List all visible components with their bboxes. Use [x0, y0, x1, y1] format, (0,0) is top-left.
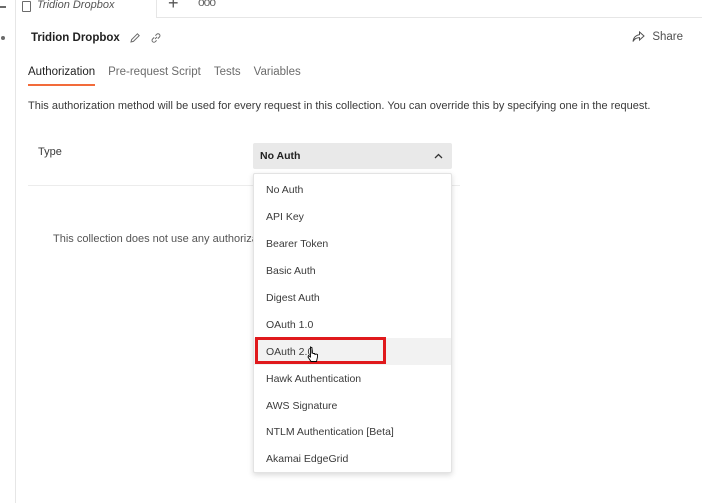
- menu-item-akamai-edgegrid[interactable]: Akamai EdgeGrid: [254, 446, 451, 473]
- menu-item-bearer-token[interactable]: Bearer Token: [254, 231, 451, 258]
- menu-item-hawk-authentication[interactable]: Hawk Authentication: [254, 365, 451, 392]
- authorization-description: This authorization method will be used f…: [28, 100, 651, 112]
- menu-item-oauth-1[interactable]: OAuth 1.0: [254, 311, 451, 338]
- cursor-icon: [307, 346, 318, 362]
- left-sidebar-strip: [0, 0, 16, 503]
- share-button[interactable]: Share: [632, 31, 683, 43]
- sidebar-mark-icon: [0, 6, 6, 8]
- tab-pre-request-script[interactable]: Pre-request Script: [108, 66, 201, 86]
- edit-icon[interactable]: [129, 31, 142, 44]
- menu-item-basic-auth[interactable]: Basic Auth: [254, 258, 451, 285]
- share-icon: [632, 31, 646, 42]
- type-label: Type: [38, 146, 62, 158]
- link-icon[interactable]: [150, 31, 163, 44]
- highlight-box: [255, 337, 386, 364]
- more-icon[interactable]: ooo: [198, 0, 216, 9]
- no-auth-message: This collection does not use any authori…: [53, 233, 253, 245]
- menu-item-no-auth[interactable]: No Auth: [254, 177, 451, 204]
- collection-title: Tridion Dropbox: [31, 31, 120, 44]
- menu-item-ntlm-authentication[interactable]: NTLM Authentication [Beta]: [254, 419, 451, 446]
- sidebar-dot-icon: [1, 36, 5, 40]
- auth-type-selected-value: No Auth: [260, 150, 301, 162]
- tab-authorization[interactable]: Authorization: [28, 66, 96, 86]
- collection-subtabs: Authorization Pre-request Script Tests V…: [28, 66, 314, 86]
- auth-type-select[interactable]: No Auth: [253, 143, 452, 169]
- tab-tests[interactable]: Tests: [214, 66, 241, 86]
- menu-item-digest-auth[interactable]: Digest Auth: [254, 285, 451, 312]
- plus-icon[interactable]: +: [168, 0, 179, 12]
- menu-item-aws-signature[interactable]: AWS Signature: [254, 392, 451, 419]
- menu-item-api-key[interactable]: API Key: [254, 204, 451, 231]
- collection-header: Tridion Dropbox: [31, 31, 163, 44]
- chevron-up-icon: [434, 153, 443, 159]
- tab-tridion-dropbox[interactable]: Tridion Dropbox: [16, 0, 157, 18]
- auth-type-dropdown-menu: No Auth API Key Bearer Token Basic Auth …: [253, 173, 452, 473]
- file-icon: [22, 0, 31, 12]
- share-label: Share: [652, 31, 683, 43]
- tab-variables[interactable]: Variables: [254, 66, 301, 86]
- tab-label: Tridion Dropbox: [37, 0, 115, 11]
- tab-bar: Tridion Dropbox + ooo: [16, 0, 702, 18]
